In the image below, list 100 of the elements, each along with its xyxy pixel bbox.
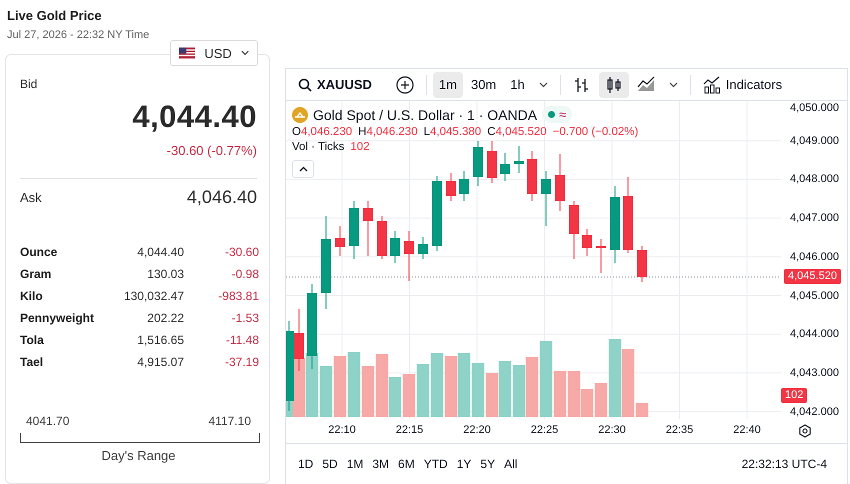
price-tick: 4,050.000 — [790, 102, 839, 114]
range-label: Day's Range — [100, 448, 177, 463]
ohlc-value: H4,046.230 — [358, 126, 418, 138]
candle — [500, 152, 510, 182]
volume-tag: 102 — [781, 388, 808, 403]
volume-bar — [348, 352, 360, 417]
candle — [335, 226, 345, 256]
volume-bar — [472, 363, 484, 417]
bid-price: 4,044.40 — [131, 99, 257, 135]
candle — [569, 200, 579, 260]
ohlc-value: C4,045.520 — [487, 126, 547, 138]
status-symbol: ≈ — [559, 107, 566, 122]
timestamp: Jul 27, 2026 - 22:32 NY Time — [7, 29, 150, 41]
unit-price: 202.22 — [146, 311, 184, 326]
unit-price: 130.03 — [146, 267, 184, 282]
candle — [555, 154, 565, 212]
bid-label: Bid — [20, 77, 38, 91]
candle — [459, 170, 469, 202]
plus-icon — [396, 76, 414, 94]
ask-label: Ask — [20, 190, 42, 205]
range-button[interactable]: 6M — [394, 451, 419, 477]
bar-chart-icon — [572, 76, 591, 94]
volume-bar — [362, 366, 374, 417]
range-button[interactable]: 5D — [318, 451, 342, 477]
volume-bar — [444, 356, 458, 417]
range-button[interactable]: YTD — [420, 451, 452, 477]
time-tick: 22:40 — [733, 424, 761, 436]
unit-price: 4,044.40 — [136, 245, 184, 260]
volume-bar — [498, 361, 512, 417]
price-tick: 4,048.000 — [790, 173, 839, 186]
chart-title: Gold Spot / U.S. Dollar · 1 · OANDA — [313, 106, 538, 122]
status-dot-icon — [548, 111, 556, 118]
range-low: 4041.70 — [26, 414, 70, 428]
ohlc-value: L4,045.380 — [424, 126, 482, 138]
caret-icon — [240, 50, 249, 56]
range-button[interactable]: 3M — [368, 451, 394, 477]
unit-name: Kilo — [20, 289, 44, 304]
unit-name: Ounce — [20, 245, 58, 260]
candlestick-icon — [604, 76, 623, 94]
unit-change: -1.53 — [230, 311, 259, 326]
range-button[interactable]: 1Y — [452, 451, 476, 477]
price-tick: 4,049.000 — [790, 134, 839, 147]
range-button[interactable]: 1M — [342, 451, 368, 477]
chevron-up-icon — [298, 166, 308, 172]
unit-name: Gram — [20, 267, 52, 282]
ohlc-change: −0.700 (−0.02%) — [552, 126, 638, 138]
search-icon — [298, 78, 312, 92]
range-button[interactable]: 1D — [294, 451, 318, 477]
volume-bar — [430, 353, 444, 417]
clock: 22:32:13 UTC-4 — [742, 457, 828, 471]
candle — [637, 246, 647, 282]
price-tick: 4,043.000 — [790, 366, 839, 379]
volume-label: Vol · Ticks — [292, 141, 344, 153]
range-button[interactable]: 5Y — [476, 451, 500, 477]
currency-dropdown[interactable]: USD — [170, 40, 258, 66]
price-tick: 4,047.000 — [790, 212, 839, 224]
volume-bar — [306, 353, 318, 417]
volume-bar — [334, 356, 346, 417]
candle — [541, 170, 551, 226]
time-tick: 22:10 — [328, 424, 356, 436]
candle — [363, 200, 373, 256]
candle — [582, 228, 592, 256]
interval-tab[interactable]: 1h — [504, 72, 531, 98]
symbol-search[interactable]: XAUUSD — [292, 72, 378, 98]
unit-price: 4,915.07 — [136, 355, 184, 370]
range-button[interactable]: All — [500, 451, 522, 477]
coin-icon — [292, 106, 308, 122]
unit-change: -983.81 — [217, 289, 259, 304]
time-tick: 22:35 — [666, 424, 694, 436]
indicators-button[interactable]: Indicators — [696, 72, 788, 98]
candle — [527, 150, 537, 202]
volume-value: 102 — [350, 141, 370, 153]
candle — [377, 216, 387, 260]
unit-change: -11.48 — [224, 333, 259, 348]
time-tick: 22:30 — [598, 424, 626, 436]
unit-name: Tael — [20, 355, 44, 370]
interval-tab[interactable]: 1m — [432, 72, 463, 98]
volume-bar — [320, 366, 332, 417]
candle — [473, 140, 483, 186]
time-tick: 22:25 — [530, 424, 558, 436]
volume-bar — [402, 374, 416, 417]
price-tick: 4,044.000 — [790, 328, 839, 340]
unit-change: -30.60 — [224, 245, 259, 260]
area-chart-icon — [636, 76, 655, 94]
volume-bar — [512, 365, 526, 417]
settings-icon[interactable] — [798, 424, 812, 438]
range-high: 4117.10 — [208, 414, 251, 428]
time-tick: 22:20 — [463, 424, 491, 436]
volume-bar — [458, 353, 470, 417]
unit-name: Tola — [20, 333, 45, 348]
caret-icon — [538, 82, 548, 88]
collapse-button[interactable] — [292, 160, 314, 178]
indicators-icon — [702, 76, 721, 94]
unit-change: -37.19 — [224, 355, 259, 370]
price-tick: 4,042.000 — [790, 406, 839, 418]
chart-type-button[interactable] — [598, 72, 629, 98]
candle — [487, 140, 497, 184]
ohlc-value: O4,046.230 — [292, 126, 352, 138]
interval-tab[interactable]: 30m — [464, 72, 502, 98]
candle — [514, 146, 524, 174]
